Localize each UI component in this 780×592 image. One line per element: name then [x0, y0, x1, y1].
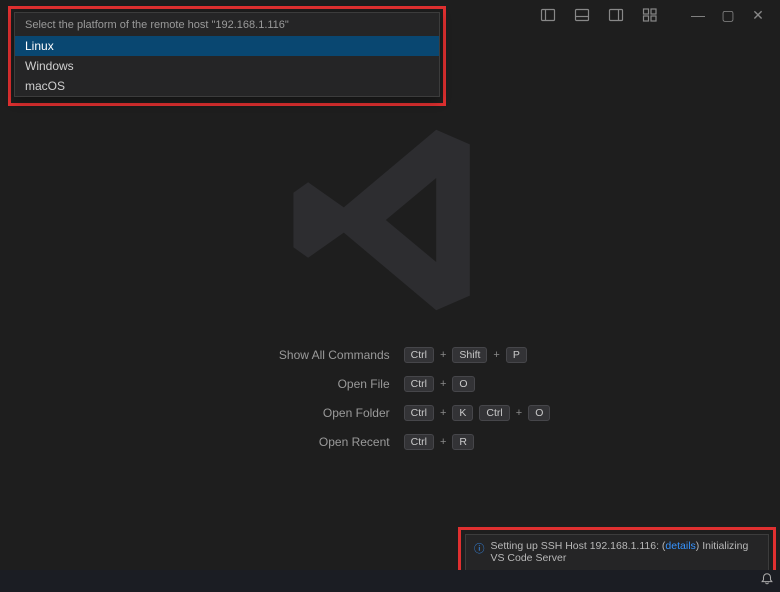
- quick-pick-highlight-box: Select the platform of the remote host "…: [8, 6, 446, 106]
- customize-layout-icon[interactable]: [636, 4, 664, 26]
- shortcut-open-folder: Open Folder Ctrl + K Ctrl + O: [230, 405, 551, 421]
- notification-toast[interactable]: ⓘ Setting up SSH Host 192.168.1.116: (de…: [465, 534, 769, 573]
- notification-text: Setting up SSH Host 192.168.1.116: (deta…: [491, 540, 761, 564]
- quick-pick-item-windows[interactable]: Windows: [15, 56, 439, 76]
- shortcut-show-all-commands: Show All Commands Ctrl + Shift + P: [230, 347, 551, 363]
- bell-icon: [760, 575, 774, 589]
- welcome-shortcuts: Show All Commands Ctrl + Shift + P Open …: [230, 347, 551, 450]
- window-maximize[interactable]: ▢: [714, 4, 742, 26]
- shortcut-open-recent: Open Recent Ctrl + R: [230, 434, 551, 450]
- status-bell[interactable]: [760, 572, 774, 589]
- window-close[interactable]: ✕: [744, 4, 772, 26]
- welcome-area: Show All Commands Ctrl + Shift + P Open …: [0, 115, 780, 450]
- window-minimize[interactable]: —: [684, 4, 712, 26]
- quick-pick-item-linux[interactable]: Linux: [15, 36, 439, 56]
- panel-left-icon[interactable]: [534, 4, 562, 26]
- shortcut-open-file: Open File Ctrl + O: [230, 376, 551, 392]
- panel-right-icon[interactable]: [602, 4, 630, 26]
- vscode-logo: [285, 115, 495, 325]
- editor-layout-icons: [534, 4, 664, 26]
- info-icon: ⓘ: [474, 541, 485, 556]
- status-bar: [0, 570, 780, 592]
- quick-pick-prompt: Select the platform of the remote host "…: [15, 13, 439, 36]
- panel-bottom-icon[interactable]: [568, 4, 596, 26]
- quick-pick-item-macos[interactable]: macOS: [15, 76, 439, 96]
- notification-details-link[interactable]: details: [665, 540, 695, 552]
- quick-pick: Select the platform of the remote host "…: [14, 12, 440, 97]
